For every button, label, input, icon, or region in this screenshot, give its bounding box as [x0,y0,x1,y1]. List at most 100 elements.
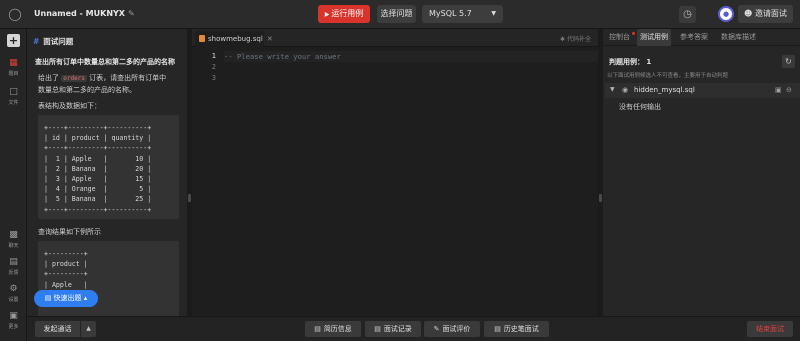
code-completion-toggle[interactable]: ✱ 代码补全 [560,34,591,43]
chevron-down-icon[interactable]: ▼ [610,86,615,93]
refresh-icon[interactable]: ↻ [782,55,795,68]
start-call-label: 发起通话 [43,325,72,333]
desc-suffix: 订表，请查出所有订单中 [89,74,167,82]
tab-console[interactable]: 控制台 [609,29,630,46]
result-table-text: +---------+ | product | +---------+ | Ap… [44,250,88,289]
user-icon: ☻ [744,9,755,18]
avatar[interactable]: ● [718,6,734,22]
chat-icon: ▩ [9,230,18,240]
splitter-grip[interactable] [599,194,602,202]
tab-database-description-label: 数据库描述 [721,33,756,41]
sample-table-block: +----+---------+----------+ | id | produ… [38,115,179,219]
hash-icon: # [33,37,40,46]
db-version-select[interactable]: MySQL 5.7 ▼ [422,5,503,23]
rail-label-file: 文件 [8,100,19,106]
more-icon: ▣ [9,311,18,321]
hidden-case-row[interactable]: ▼ ◉ hidden_mysql.sql ▣ ⊝ [605,83,800,98]
hidden-case-name: hidden_mysql.sql [634,86,695,94]
document-title: Unnamed - MUKNYX [34,9,125,18]
rail-item-feedback[interactable]: ▤ 反馈 [0,257,27,276]
clock-icon[interactable]: ◷ [679,6,696,23]
logo-icon: ◯ [8,7,22,21]
judge-cases-title: 判题用例： 1 [609,58,652,66]
invite-interview-button[interactable]: ☻ 邀请面试 [738,5,793,23]
right-tab-bar: 控制台 测试用例 参考答案 数据库描述 [603,29,800,46]
sample-table-text: +----+---------+----------+ | id | produ… [44,124,152,214]
close-icon[interactable]: ✕ [267,35,273,43]
problem-header-label: 面试问题 [43,37,74,46]
result-caption: 查询结果如下例所示 [38,228,101,236]
quick-question-label: 快速出题 [53,294,82,302]
interview-evaluation-label: 面试评价 [442,325,471,333]
caret-up-icon[interactable]: ▲ [81,321,96,337]
sql-file-icon [199,35,205,42]
invite-label: 邀请面试 [754,9,787,18]
interview-evaluation-button[interactable]: ✎ 面试评价 [424,321,480,337]
rail-item-settings[interactable]: ⚙ 设置 [0,284,27,303]
history-interviews-button[interactable]: ▤ 历史笔面试 [484,321,549,337]
inline-code: orders [61,75,87,82]
editor-tab-bar: showmebug.sql ✕ ✱ 代码补全 [192,29,598,47]
select-question-button[interactable]: 选择问题 [377,5,416,23]
doc-icon: ▤ [314,325,321,333]
record-icon: ▤ [374,325,381,333]
edit-icon: ✎ [433,325,440,333]
add-icon[interactable]: + [7,34,20,47]
quick-question-button[interactable]: ▤ 快速出题 ▴ [34,290,98,307]
pencil-icon[interactable]: ✎ [128,9,135,18]
problem-description: 给出了 orders 订表，请查出所有订单中 [38,73,166,83]
start-call-button[interactable]: 发起通话 [35,321,80,337]
select-question-label: 选择问题 [380,9,413,18]
judge-cases-note: 以下面试用例候选人不可查看，主要用于自动判题 [607,73,729,79]
top-bar: ◯ Unnamed - MUKNYX ✎ ▶ 运行用例 选择问题 MySQL 5.7… [0,0,800,29]
tab-test-cases-label: 测试用例 [640,33,668,41]
no-output-text: 没有任何输出 [619,103,661,111]
desc-prefix: 给出了 [38,74,59,82]
code-completion-label: 代码补全 [566,36,591,43]
end-interview-button[interactable]: 结束面试 [747,321,793,337]
question-icon: ▦ [9,58,18,68]
problem-panel: # 面试问题 查出所有订单中数量总和第二多的产品的名称 给出了 orders 订表… [27,29,187,316]
rail-item-more[interactable]: ▣ 更多 [0,311,27,330]
right-panel: 控制台 测试用例 参考答案 数据库描述 判题用例： 1 ↻ 以下面试用例候选人不… [603,29,800,316]
run-cases-label: 运行用例 [331,9,364,18]
rail-label-more: 更多 [8,324,19,330]
problem-title: 查出所有订单中数量总和第二多的产品的名称 [35,58,175,66]
play-icon: ▶ [324,11,330,18]
tab-database-description[interactable]: 数据库描述 [721,29,756,46]
interview-record-button[interactable]: ▤ 面试记录 [365,321,421,337]
resume-info-button[interactable]: ▤ 简历信息 [305,321,361,337]
line-number: 2 [211,63,216,71]
editor-placeholder[interactable]: -- Please write your answer [224,51,598,62]
bottom-bar: 发起通话 ▲ ▤ 简历信息 ▤ 面试记录 ✎ 面试评价 ▤ 历史笔面试 结束面试 [27,316,800,341]
delete-icon[interactable]: ⊝ [786,86,792,94]
file-tab-name: showmebug.sql [208,35,263,43]
list-icon: ▤ [44,294,54,302]
run-cases-button[interactable]: ▶ 运行用例 [318,5,370,23]
editor-file-tab[interactable]: showmebug.sql ✕ [195,31,273,47]
app-title[interactable]: Unnamed - MUKNYX ✎ [34,9,135,18]
tab-test-cases[interactable]: 测试用例 [637,29,671,46]
rail-label-chat: 聊天 [8,243,19,249]
history-interviews-label: 历史笔面试 [503,325,539,333]
rail-item-file[interactable]: □ 文件 [0,87,27,106]
splitter-grip[interactable] [188,194,191,202]
caret-up-icon: ▴ [81,294,88,302]
tab-console-label: 控制台 [609,33,630,41]
save-icon[interactable]: ▣ [775,86,782,94]
resume-info-label: 简历信息 [323,325,352,333]
bolt-icon: ✱ [560,36,567,43]
code-editor[interactable]: showmebug.sql ✕ ✱ 代码补全 1 2 3 -- Please wr… [192,29,598,316]
rail-item-chat[interactable]: ▩ 聊天 [0,230,27,249]
rail-item-question[interactable]: ▦ 题目 [0,58,27,77]
left-rail: + ▦ 题目 □ 文件 ▩ 聊天 ▤ 反馈 ⚙ 设置 ▣ 更多 [0,29,27,341]
tab-reference-answer[interactable]: 参考答案 [680,29,708,46]
line-number: 1 [211,52,216,60]
end-interview-label: 结束面试 [756,325,784,333]
problem-description-line2: 数量总和第二多的产品的名称。 [38,86,136,94]
table-caption: 表结构及数据如下： [38,102,101,110]
db-version-label: MySQL 5.7 [429,9,472,18]
interview-record-label: 面试记录 [383,325,412,333]
notification-dot [632,32,635,35]
rail-label-settings: 设置 [8,297,19,303]
